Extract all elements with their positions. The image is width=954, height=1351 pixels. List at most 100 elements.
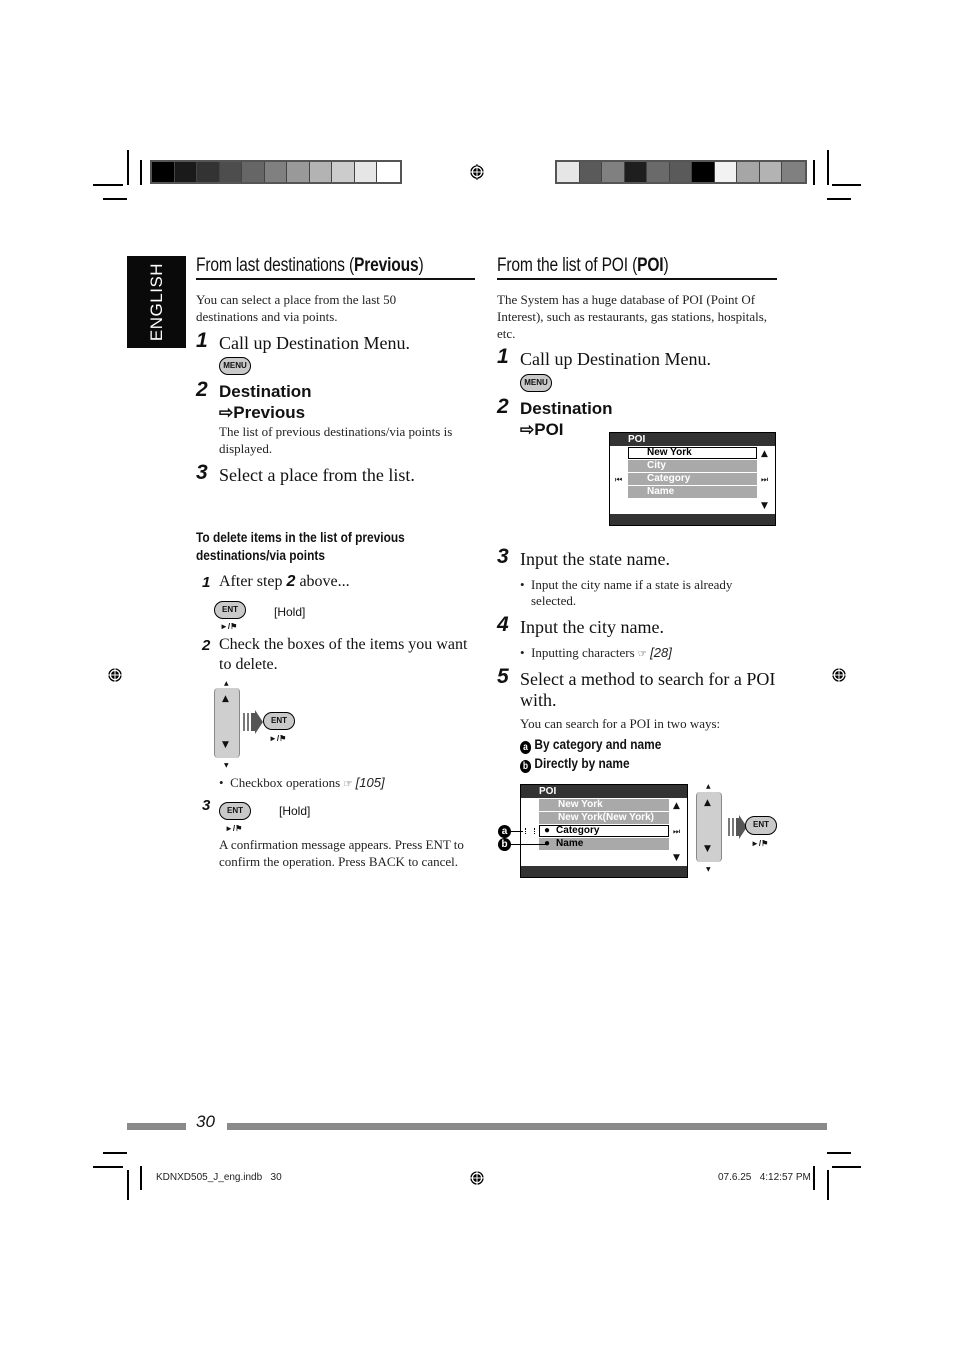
play-flag-icon: ►/⚑	[225, 824, 243, 833]
menu-path-destination: Destination	[520, 399, 613, 418]
menu-path-previous: ⇨Previous	[219, 403, 306, 422]
bullet-checkbox-ops: • Checkbox operations ☞ [105]	[219, 775, 385, 790]
color-swatch	[579, 162, 602, 182]
screen-row[interactable]: Category	[628, 473, 757, 485]
step-text: Select a method to search for a POI with…	[520, 669, 776, 710]
play-flag-icon: ►/⚑	[220, 622, 238, 631]
delete-subheading: To delete items in the list of previous …	[196, 529, 405, 563]
step-text: Call up Destination Menu.	[219, 333, 410, 353]
screen-row[interactable]: ● Name	[539, 838, 669, 850]
color-swatch	[264, 162, 287, 182]
color-swatch	[782, 162, 805, 182]
color-swatch	[669, 162, 692, 182]
ent-button[interactable]: ENT	[214, 601, 246, 619]
step-text: Call up Destination Menu.	[520, 349, 711, 369]
language-tab-label: ENGLISH	[146, 262, 166, 342]
title-underline	[196, 278, 475, 280]
step-note: You can search for a POI in two ways:	[520, 716, 721, 731]
scroll-down-icon[interactable]: ▼	[673, 854, 680, 863]
poi-screen-2: POI New York New York(New York) ● Categor…	[520, 784, 688, 878]
footer-bar-right	[227, 1123, 827, 1130]
substep-number: 2	[202, 637, 211, 654]
step-number: 5	[497, 665, 509, 688]
skip-back-icon[interactable]: ⏮	[615, 475, 622, 484]
ent-button[interactable]: ENT	[745, 816, 777, 835]
intro-text: You can select a place from the last 50 …	[196, 292, 397, 324]
play-flag-icon: ►/⚑	[751, 839, 769, 848]
color-swatch	[377, 162, 400, 182]
hold-label: [Hold]	[274, 605, 306, 619]
title-underline	[497, 278, 777, 280]
color-swatch	[624, 162, 647, 182]
method-a: a By category and name	[520, 735, 661, 754]
intro-text: The System has a huge database of POI (P…	[497, 292, 768, 341]
substep-text: After step 2 above...	[219, 573, 350, 590]
step-note: The list of previous destinations/via po…	[219, 424, 453, 456]
ent-button[interactable]: ENT	[263, 712, 295, 730]
callout-b-leader	[511, 844, 547, 846]
reference-icon: ☞	[637, 649, 647, 660]
step-number: 3	[196, 461, 208, 484]
color-swatch	[354, 162, 377, 182]
callout-a-dotted	[525, 828, 535, 834]
color-swatch	[332, 162, 355, 182]
language-tab: ENGLISH	[127, 256, 186, 348]
section-title-previous: From last destinations (Previous)	[196, 255, 424, 276]
method-b: b Directly by name	[520, 754, 630, 773]
registration-mark-icon	[107, 667, 123, 683]
substep-number: 1	[202, 574, 211, 591]
marker-a-icon: a	[520, 741, 532, 754]
menu-button[interactable]: MENU	[219, 357, 251, 375]
color-swatch	[737, 162, 760, 182]
section-title-poi: From the list of POI (POI)	[497, 255, 669, 276]
color-swatch	[714, 162, 737, 182]
page-reference-link[interactable]: [28]	[650, 645, 672, 660]
registration-mark-icon	[469, 1170, 485, 1186]
color-swatch	[174, 162, 197, 182]
page-number: 30	[196, 1112, 215, 1131]
screen-row[interactable]: ● Category	[539, 825, 669, 837]
screen-row[interactable]: City	[628, 460, 757, 472]
step-number: 3	[497, 545, 509, 568]
scroll-down-icon[interactable]: ▼	[761, 502, 768, 511]
registration-mark-icon	[469, 164, 485, 180]
step-number: 1	[196, 329, 208, 352]
callout-a-icon: a	[498, 825, 511, 838]
menu-path-destination: Destination	[219, 382, 312, 401]
screen-row[interactable]: New York	[628, 447, 757, 459]
substep-text: Check the boxes of the items you want to…	[219, 636, 468, 673]
color-swatch	[557, 162, 580, 182]
step-text: Select a place from the list.	[219, 465, 415, 485]
skip-forward-icon[interactable]: ⏭	[761, 475, 768, 484]
ent-button[interactable]: ENT	[219, 802, 251, 820]
screen-row[interactable]: New York(New York)	[539, 812, 669, 824]
bullet-text: • Inputting characters ☞ [28]	[520, 645, 672, 660]
bullet-text: • Input the city name if a state is alrea…	[520, 577, 733, 608]
color-swatch	[242, 162, 265, 182]
play-flag-icon: ►/⚑	[269, 734, 287, 743]
registration-mark-icon	[831, 667, 847, 683]
screen-row[interactable]: Name	[628, 486, 757, 498]
menu-path-poi: ⇨POI	[520, 420, 564, 439]
color-swatch	[309, 162, 332, 182]
page-reference-link[interactable]: [105]	[356, 775, 385, 790]
scroll-up-icon[interactable]: ▲	[673, 802, 680, 811]
step-text: Input the city name.	[520, 617, 664, 637]
color-swatch	[759, 162, 782, 182]
print-slug-file: KDNXD505_J_eng.indb 30	[156, 1172, 282, 1183]
color-swatch	[647, 162, 670, 182]
scroll-up-icon[interactable]: ▲	[761, 450, 768, 459]
menu-button[interactable]: MENU	[520, 374, 552, 392]
screen-row[interactable]: New York	[539, 799, 669, 811]
step-number: 1	[497, 345, 509, 368]
hold-label: [Hold]	[279, 804, 311, 818]
callout-a-leader	[511, 831, 523, 833]
marker-b-icon: b	[520, 760, 532, 773]
color-calibration-bar-left	[150, 160, 402, 184]
reference-icon: ☞	[343, 779, 353, 790]
step-text: Input the state name.	[520, 549, 670, 569]
skip-forward-icon[interactable]: ⏭	[673, 827, 680, 836]
footer-bar-left	[127, 1123, 186, 1130]
screen-title: POI	[539, 786, 557, 797]
color-swatch	[197, 162, 220, 182]
